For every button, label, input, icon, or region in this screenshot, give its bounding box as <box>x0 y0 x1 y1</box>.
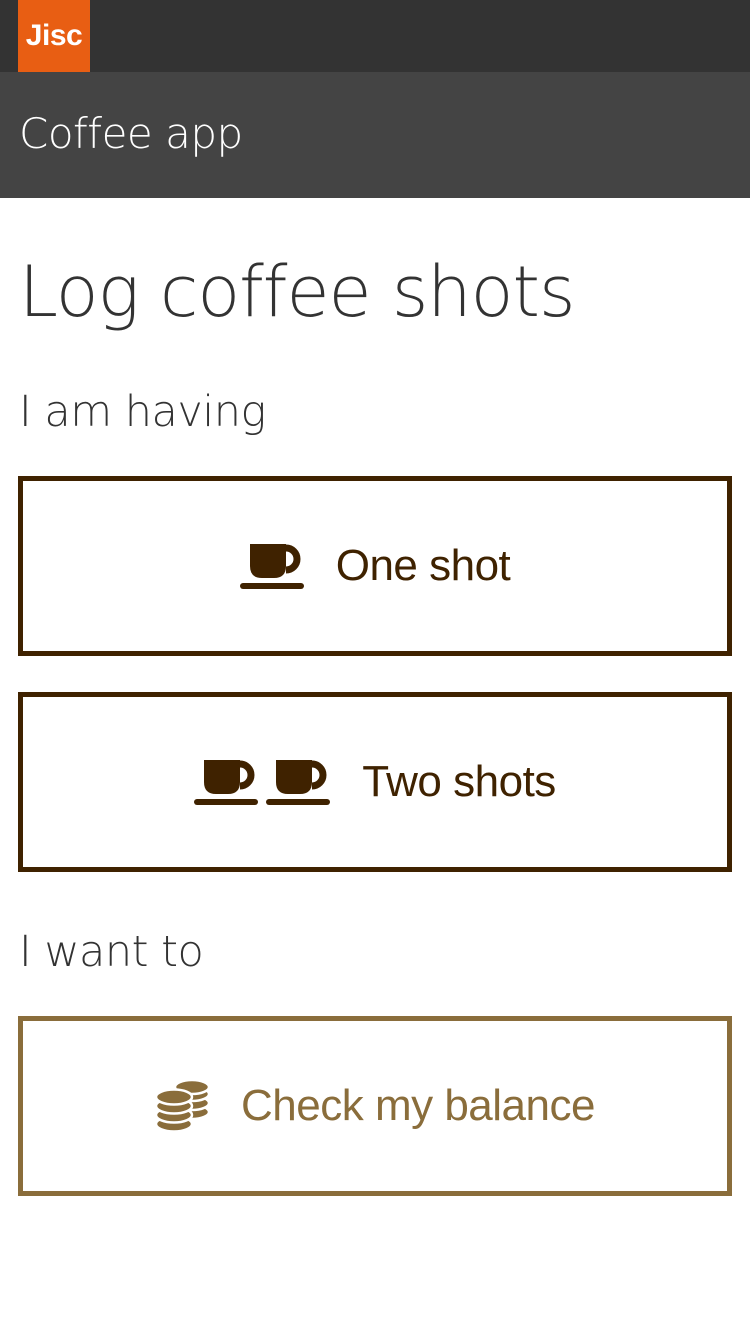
coffee-cup-icon <box>239 544 304 589</box>
two-shots-label: Two shots <box>362 757 556 806</box>
top-bar: Jisc <box>0 0 750 72</box>
one-shot-label: One shot <box>335 541 511 590</box>
app-title: Coffee app <box>19 109 243 158</box>
check-balance-button[interactable]: Check my balance <box>18 1016 732 1196</box>
check-balance-icons <box>155 1079 211 1133</box>
section-label-having: I am having <box>19 387 266 437</box>
page-title: Log coffee shots <box>19 251 575 333</box>
check-balance-label: Check my balance <box>241 1081 595 1130</box>
jisc-logo: Jisc <box>18 0 90 72</box>
section-label-want: I want to <box>19 927 204 977</box>
one-shot-icons <box>239 542 306 590</box>
two-shots-button[interactable]: Two shots <box>18 692 732 872</box>
app-bar: Coffee app <box>0 72 750 198</box>
coins-icon <box>155 1079 211 1133</box>
coffee-cup-icon <box>194 760 259 805</box>
coffee-cup-icon <box>266 760 331 805</box>
one-shot-button[interactable]: One shot <box>18 476 732 656</box>
two-shots-icons <box>194 758 332 806</box>
